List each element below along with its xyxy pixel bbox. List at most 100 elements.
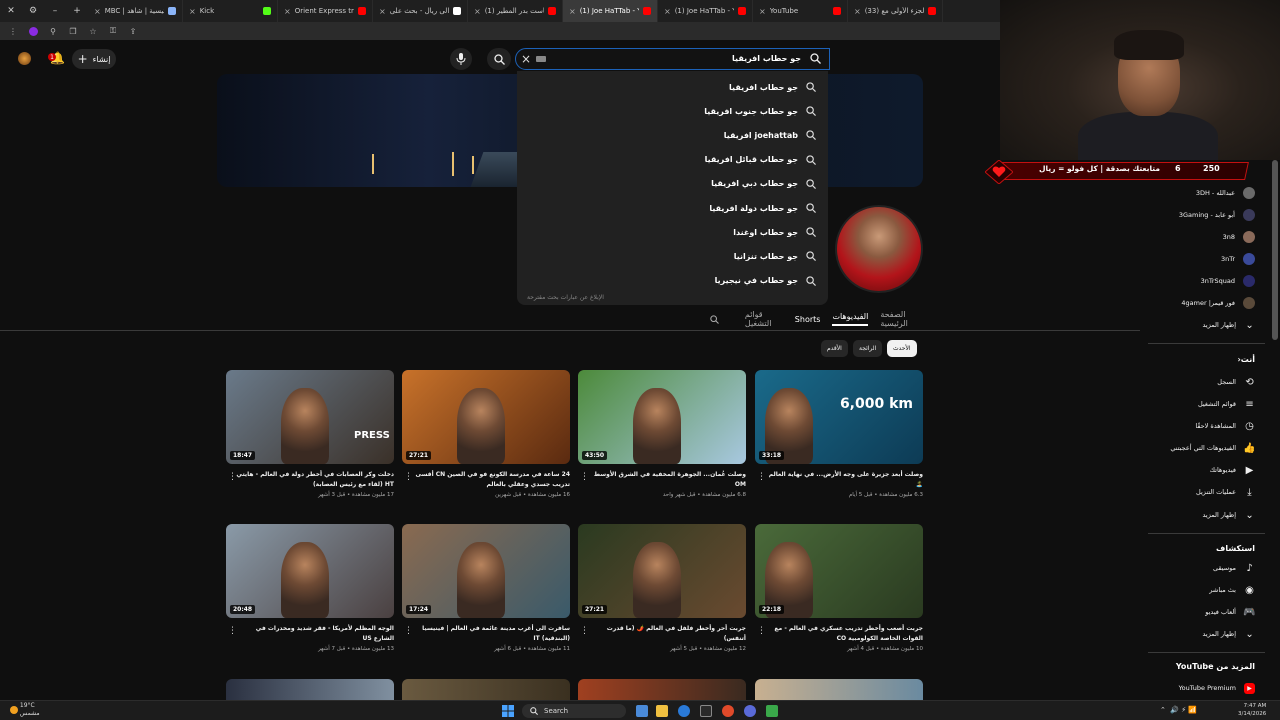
browser-tab[interactable]: × Kick [183,0,278,22]
key-icon[interactable]: ⚿ [108,26,118,36]
close-tab-icon[interactable]: × [664,7,671,16]
weather-widget[interactable]: 19°C مشمس [10,702,40,718]
video-title[interactable]: الوجه المظلم لأمريكا - فقر شديد ومخدرات … [226,624,394,644]
video-title[interactable]: وصلت عُمان... الجوهرة المخفية في الشرق ا… [578,470,746,490]
profile-icon[interactable] [28,26,38,36]
search-suggestion[interactable]: جو حطاب افريقيا [729,75,816,99]
tab-playlists[interactable]: قوائم التشغيل [745,310,783,328]
video-card[interactable]: 22:18 جربت أصعب وأخطر تدريب عسكري في العا… [755,524,923,652]
browser-tab[interactable]: ×(1) بودكاست بدر المطير [468,0,563,22]
sidebar-item[interactable]: ▶ YouTube Premium [1179,679,1255,697]
share-icon[interactable]: ⇪ [128,26,138,36]
video-thumbnail[interactable]: 22:18 [755,524,923,618]
video-card[interactable]: 43:50 وصلت عُمان... الجوهرة المخفية في ال… [578,370,746,498]
sidebar-item[interactable]: ◉ بث مباشر [1209,581,1255,599]
search-suggestion[interactable]: جو حطاب قبائل افريقيا [705,148,816,172]
video-card[interactable]: 20:48 الوجه المظلم لأمريكا - فقر شديد ومخ… [226,524,394,652]
video-title[interactable]: 24 ساعة في مدرسة الكونغ فو في الصين CN أ… [402,470,571,490]
video-thumbnail[interactable]: PRESS 18:47 [226,370,394,464]
report-suggestions-link[interactable]: الإبلاغ عن عبارات بحث مقترحة [527,294,604,301]
sidebar-item[interactable]: 👍 الفيديوهات التي أعجبتني [1170,439,1255,457]
video-card[interactable]: 27:21 جربت أحر وأخطر فلفل في العالم 🌶️ (م… [578,524,746,652]
sidebar-item[interactable]: 3nTr [1221,250,1255,268]
sidebar-item[interactable]: فور قيمر| 4gamer [1181,294,1255,312]
video-title[interactable]: وصلت أبعد جزيرة على وجه الأرض... في نهاي… [755,470,923,490]
video-title[interactable]: جربت أصعب وأخطر تدريب عسكري في العالم - … [755,624,923,644]
filter-popular-chip[interactable]: الرائجة [853,340,883,357]
video-card[interactable]: PRESS 18:47 دخلت وكر العصابات في أخطر دولة… [226,370,394,498]
video-menu-icon[interactable]: ⋮ [228,472,237,482]
terminal-icon[interactable] [700,705,712,717]
filter-latest-chip[interactable]: الأحدث [887,340,917,357]
close-tab-icon[interactable]: × [94,7,101,16]
sidebar-item[interactable]: ♪ موسيقى [1213,559,1255,577]
video-thumbnail[interactable]: 43:50 [578,370,746,464]
close-tab-icon[interactable]: × [474,7,481,16]
minimize-icon[interactable]: – [44,6,66,16]
sidebar-item[interactable]: 3n8 [1223,228,1255,246]
search-input[interactable]: × جو حطاب افريقيا [515,48,830,70]
keyboard-icon[interactable] [536,56,546,62]
gear-icon[interactable]: ⚙ [22,6,44,16]
sidebar-item[interactable]: ▶ فيديوهاتك [1210,461,1255,479]
search-button[interactable] [487,48,511,70]
close-tab-icon[interactable]: × [854,7,861,16]
search-suggestion[interactable]: جو حطاب تنزانيا [734,244,816,268]
voice-search-button[interactable] [450,48,472,70]
sidebar-item[interactable]: ⌄ إظهار المزيد [1202,506,1255,524]
close-window-icon[interactable]: ✕ [0,6,22,16]
filter-oldest-chip[interactable]: الأقدم [821,340,848,357]
close-tab-icon[interactable]: × [379,7,386,16]
browser-tab[interactable]: ×(33) الجزء الأولى مع ... [848,0,943,22]
search-suggestion[interactable]: جو حطاب في نيجيريا [715,269,816,293]
video-menu-icon[interactable]: ⋮ [404,626,413,636]
chrome-icon[interactable] [722,705,734,717]
edge-icon[interactable] [678,705,690,717]
extensions-icon[interactable]: ⚲ [48,26,58,36]
video-title[interactable]: دخلت وكر العصابات في أخطر دولة في العالم… [226,470,394,490]
scrollbar[interactable] [1272,160,1278,340]
video-menu-icon[interactable]: ⋮ [580,626,589,636]
search-suggestion[interactable]: جو حطاب جنوب افريقيا [704,99,816,123]
sidebar-item[interactable]: ◷ المشاهدة لاحقًا [1195,417,1255,435]
video-thumbnail[interactable]: 17:24 [402,524,570,618]
search-suggestion[interactable]: joehattab افريقيا [724,123,816,147]
taskbar-search[interactable]: Search [522,704,626,718]
tab-videos[interactable]: الفيديوهات [832,312,869,326]
sidebar-item[interactable]: ⌄ إظهار المزيد [1202,625,1255,643]
video-title[interactable]: جربت أحر وأخطر فلفل في العالم 🌶️ (ما قدر… [578,624,746,644]
sidebar-item[interactable]: ⤓ عمليات التنزيل [1196,483,1255,501]
video-thumbnail[interactable] [402,679,570,700]
tab-home[interactable]: الصفحة الرئيسية [880,310,925,328]
search-suggestion[interactable]: جو حطاب اوغندا [733,220,816,244]
browser-tab[interactable]: ×MBC | الرئيسية | شاهد [88,0,183,22]
video-card[interactable]: 6,000 km 33:18 وصلت أبعد جزيرة على وجه الأ… [755,370,923,498]
you-heading[interactable]: أنت‹ [1237,355,1255,364]
create-button[interactable]: + إنشاء [72,49,116,69]
video-thumbnail[interactable]: 6,000 km 33:18 [755,370,923,464]
video-card[interactable]: 27:21 24 ساعة في مدرسة الكونغ فو في الصين… [402,370,570,498]
browser-tab[interactable]: ×يورو الى ريال - بحث على [373,0,468,22]
sidebar-item[interactable]: 🎮 ألعاب فيديو [1205,603,1255,621]
browser-tab[interactable]: × YouTube [753,0,848,22]
search-icon[interactable] [710,314,719,325]
sidebar-item[interactable]: 3nTrSquad [1201,272,1255,290]
video-thumbnail[interactable]: 27:21 [578,524,746,618]
bookmark-star-icon[interactable]: ☆ [88,26,98,36]
discord-icon[interactable] [744,705,756,717]
task-view-icon[interactable] [636,705,648,717]
windows-start-icon[interactable] [502,705,514,717]
sidebar-item[interactable]: عبدالله - 3DH [1196,184,1255,202]
sidebar-item[interactable]: ⌄ إظهار المزيد [1202,316,1255,334]
video-thumbnail[interactable] [755,679,923,700]
app-icon[interactable] [766,705,778,717]
video-menu-icon[interactable]: ⋮ [757,626,766,636]
taskbar-clock[interactable]: 7:47 AM 3/14/2026 [1238,702,1266,718]
search-suggestion[interactable]: جو حطاب دولة افريقيا [709,196,816,220]
video-title[interactable]: سافرت الى أغرب مدينة عائمة في العالم | ف… [402,624,570,644]
close-tab-icon[interactable]: × [759,7,766,16]
browser-tab[interactable]: ×(1) Joe HaTTab - YouTu [563,0,658,22]
video-thumbnail[interactable] [226,679,394,700]
menu-dots-icon[interactable]: ⋮ [8,26,18,36]
close-tab-icon[interactable]: × [284,7,291,16]
